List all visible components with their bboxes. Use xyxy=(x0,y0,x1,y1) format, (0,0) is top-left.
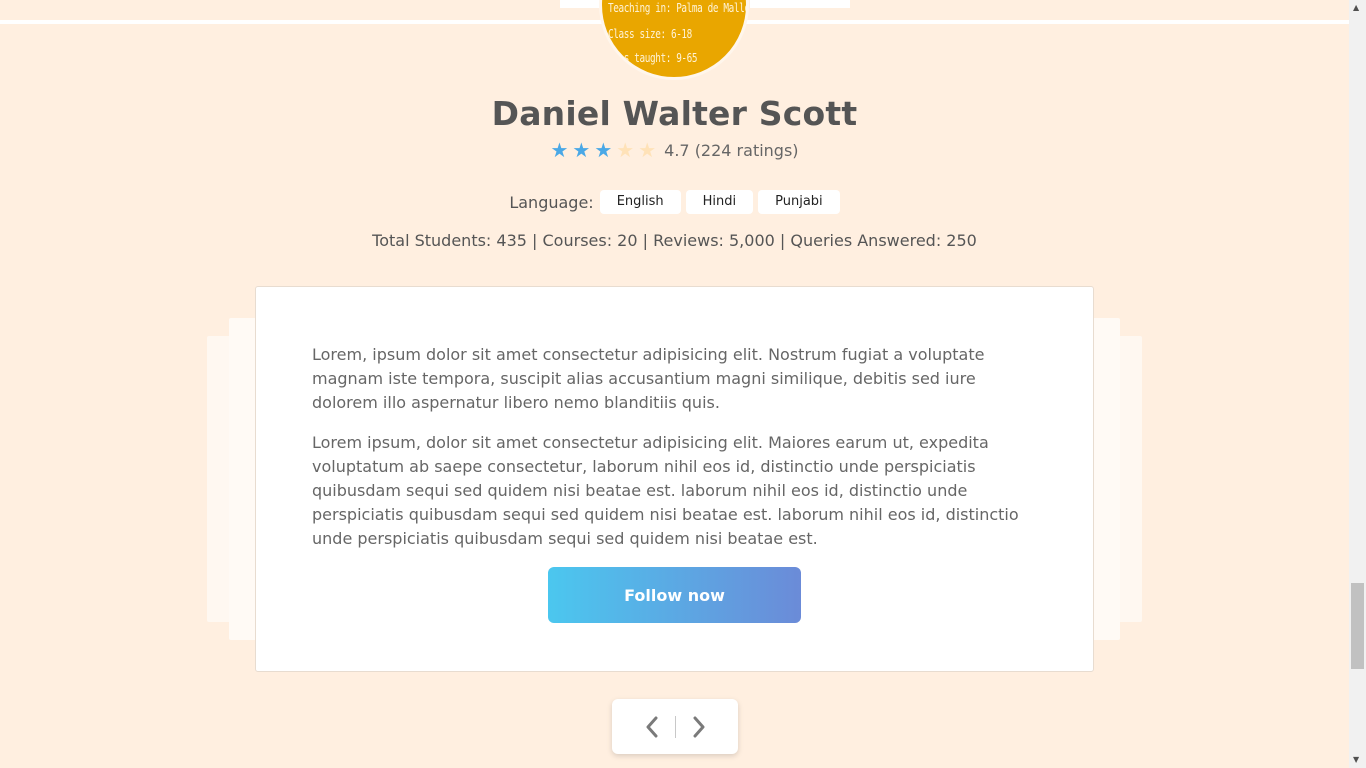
avatar-caption: Class size: 6-18 xyxy=(608,27,692,41)
bio-card: Lorem, ipsum dolor sit amet consectetur … xyxy=(255,286,1094,672)
instructor-name: Daniel Walter Scott xyxy=(491,94,858,133)
star-icon: ★ xyxy=(550,138,569,162)
scroll-up-icon[interactable]: ▲ xyxy=(1353,3,1359,12)
avatar-caption: Ages taught: 9-65 xyxy=(608,51,698,65)
page-scrollbar[interactable]: ▲ ▼ xyxy=(1349,0,1366,768)
language-label: Language: xyxy=(509,192,594,212)
language-chip-hindi[interactable]: Hindi xyxy=(685,190,754,214)
star-icon: ★ xyxy=(594,138,613,162)
next-button[interactable] xyxy=(676,707,722,747)
rating-text: 4.7 (224 ratings) xyxy=(664,140,799,160)
instructor-avatar: Teaching in: Palma de Mallorca Class siz… xyxy=(599,0,749,80)
avatar-caption: Teaching in: Palma de Mallorca xyxy=(608,1,746,15)
scrollbar-thumb[interactable] xyxy=(1351,583,1364,669)
bio-paragraph: Lorem, ipsum dolor sit amet consectetur … xyxy=(312,345,985,412)
carousel-pager xyxy=(612,699,738,754)
star-icon: ★ xyxy=(572,138,591,162)
language-row: Language: English Hindi Punjabi xyxy=(0,190,1349,214)
scroll-down-icon[interactable]: ▼ xyxy=(1353,755,1359,764)
instructor-stats: Total Students: 435 | Courses: 20 | Revi… xyxy=(372,231,977,250)
header-wedge-right xyxy=(750,0,850,8)
language-chip-english[interactable]: English xyxy=(599,190,681,214)
header-wedge-left xyxy=(560,0,600,8)
prev-button[interactable] xyxy=(629,707,675,747)
rating-row: ★ ★ ★ ★ ★ 4.7 (224 ratings) xyxy=(0,140,1349,160)
bio-paragraph: Lorem ipsum, dolor sit amet consectetur … xyxy=(312,433,1019,548)
language-chip-punjabi[interactable]: Punjabi xyxy=(758,190,840,214)
chevron-left-icon xyxy=(646,716,657,737)
chevron-right-icon xyxy=(693,716,704,737)
star-empty-icon: ★ xyxy=(638,138,657,162)
star-empty-icon: ★ xyxy=(616,138,635,162)
follow-button[interactable]: Follow now xyxy=(548,567,801,623)
